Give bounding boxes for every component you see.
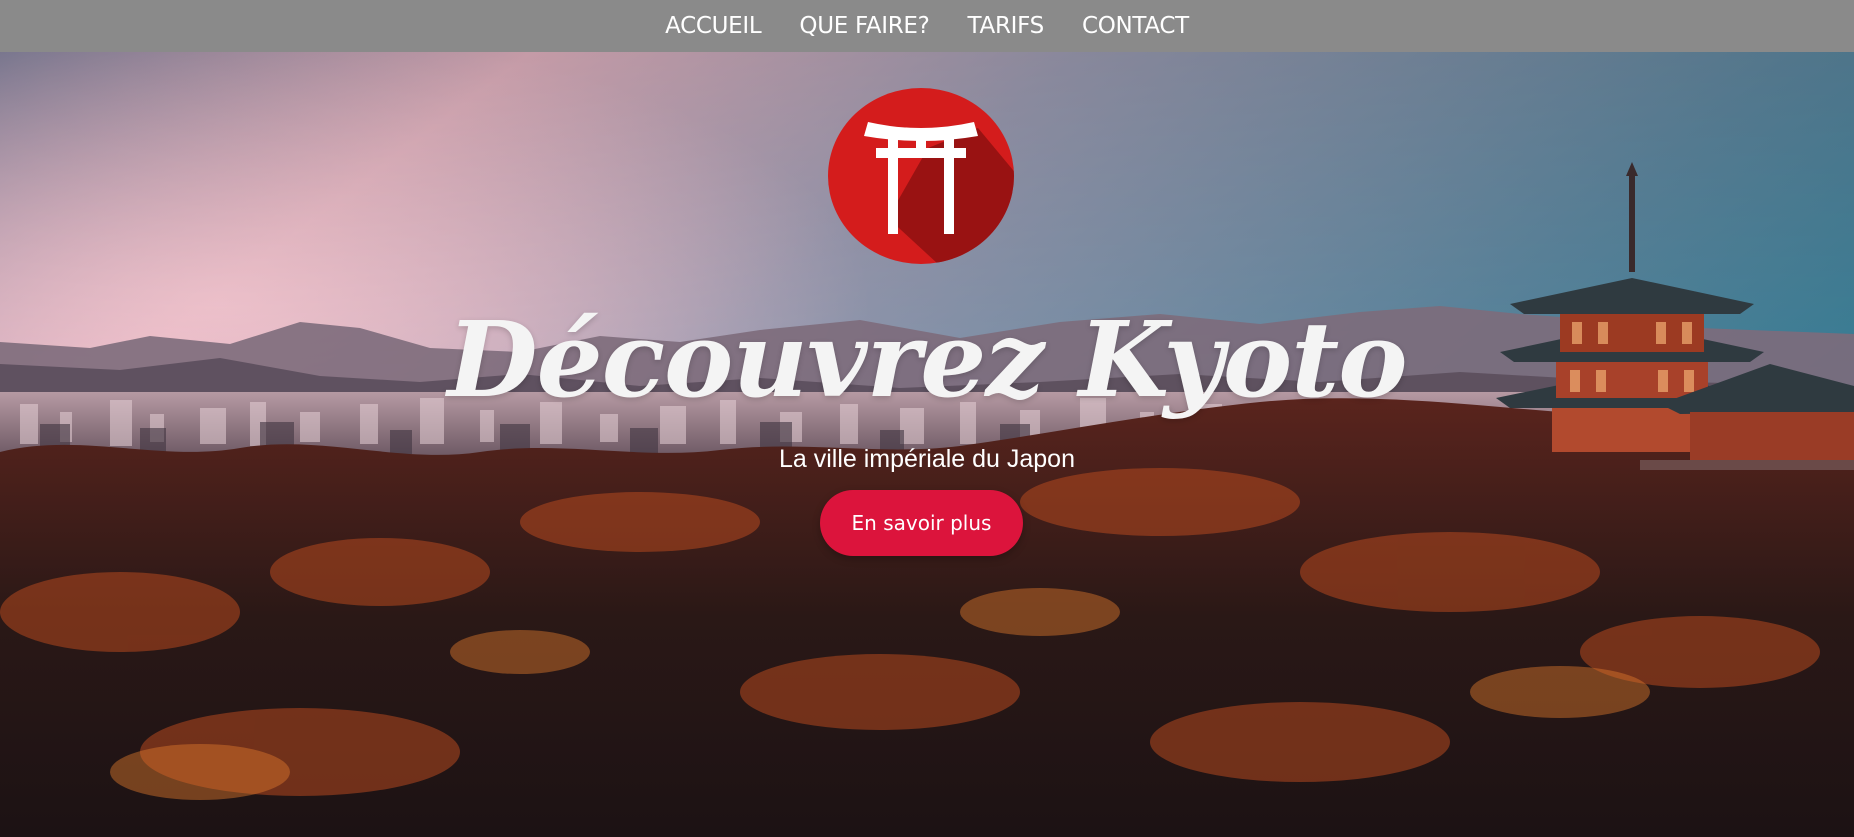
page: ACCUEIL QUE FAIRE? TARIFS CONTACT Découv… bbox=[0, 0, 1854, 837]
nav-item-contact[interactable]: CONTACT bbox=[1082, 13, 1189, 39]
nav-item-que-faire[interactable]: QUE FAIRE? bbox=[799, 13, 929, 39]
page-subtitle: La ville impériale du Japon bbox=[778, 445, 1075, 473]
nav-item-tarifs[interactable]: TARIFS bbox=[968, 13, 1045, 39]
top-navigation: ACCUEIL QUE FAIRE? TARIFS CONTACT bbox=[0, 0, 1854, 52]
nav-item-accueil[interactable]: ACCUEIL bbox=[665, 13, 762, 39]
hero-section: Découvrez Kyoto La ville impériale du Ja… bbox=[0, 52, 1854, 837]
learn-more-button[interactable]: En savoir plus bbox=[820, 490, 1023, 556]
page-title: Découvrez Kyoto bbox=[447, 298, 1407, 421]
torii-gate-icon bbox=[828, 88, 1014, 264]
